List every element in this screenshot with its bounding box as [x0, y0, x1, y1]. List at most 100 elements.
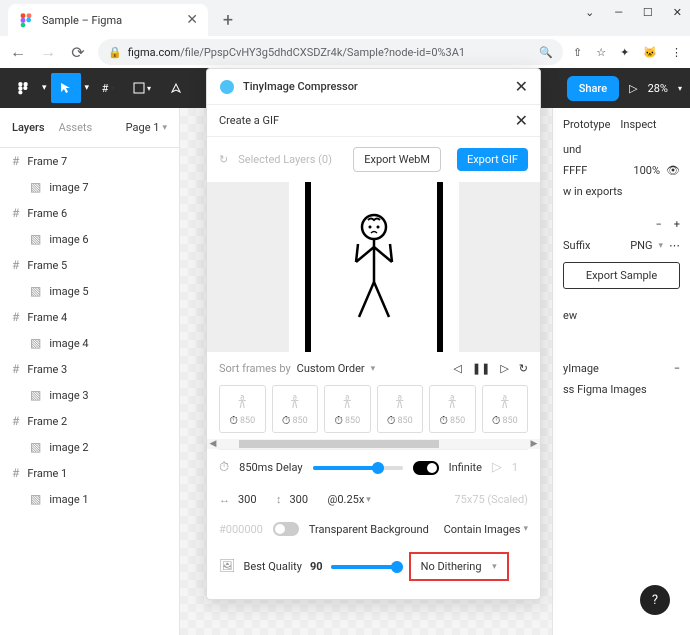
loop-button[interactable]: ↻: [519, 362, 528, 375]
frame-thumb[interactable]: 𐀪⏱ 850: [219, 385, 266, 433]
sort-value[interactable]: Custom Order: [297, 362, 365, 375]
profile-icon[interactable]: 🐱: [643, 46, 657, 59]
frame-thumb[interactable]: 𐀪⏱ 850: [429, 385, 476, 433]
extensions-icon[interactable]: ✦: [620, 46, 629, 59]
share-page-icon[interactable]: ⇧: [573, 46, 582, 59]
layer-frame[interactable]: #Frame 2: [0, 408, 179, 434]
layer-image[interactable]: ▧image 2: [0, 434, 179, 460]
play-once-icon[interactable]: ▷: [492, 460, 502, 475]
pen-tool-button[interactable]: [161, 73, 191, 103]
layer-image[interactable]: ▧image 3: [0, 382, 179, 408]
close-window-icon[interactable]: ✕: [673, 6, 682, 19]
tab-assets[interactable]: Assets: [59, 121, 93, 134]
tab-prototype[interactable]: Prototype: [563, 118, 610, 131]
layer-image[interactable]: ▧image 4: [0, 330, 179, 356]
forward-button[interactable]: →: [38, 42, 58, 62]
address-bar[interactable]: 🔒 figma.com/file/PpspCvHY3g5dhdCXSDZr4k/…: [98, 39, 563, 65]
export-sample-button[interactable]: Export Sample: [563, 262, 680, 289]
zoom-level[interactable]: 28%: [648, 82, 668, 95]
layer-frame[interactable]: #Frame 1: [0, 460, 179, 486]
frame-icon: #: [12, 206, 19, 220]
thumb-preview: 𐀪: [342, 390, 352, 414]
pause-button[interactable]: ❚❚: [472, 362, 490, 375]
back-button[interactable]: ←: [8, 42, 28, 62]
image-icon: ▧: [30, 492, 41, 506]
image-icon: 🖼: [219, 559, 236, 574]
layer-image[interactable]: ▧image 7: [0, 174, 179, 200]
transparent-toggle[interactable]: [273, 522, 299, 536]
export-webm-button[interactable]: Export WebM: [353, 147, 441, 172]
dithering-select[interactable]: No Dithering ▾: [409, 552, 509, 581]
frame-thumb[interactable]: 𐀪⏱ 850: [272, 385, 319, 433]
frame-tool-button[interactable]: #▾: [93, 73, 123, 103]
frame-icon: #: [12, 310, 19, 324]
plus-icon[interactable]: +: [674, 218, 680, 231]
selected-layers-label: Selected Layers (0): [238, 153, 343, 166]
move-tool-button[interactable]: [51, 73, 81, 103]
figma-menu-button[interactable]: [8, 73, 38, 103]
close-tab-icon[interactable]: ✕: [186, 12, 198, 28]
frame-icon: #: [12, 362, 19, 376]
scale-select[interactable]: @0.25x▾: [328, 493, 371, 506]
layer-frame[interactable]: #Frame 3: [0, 356, 179, 382]
height-input[interactable]: 300: [290, 493, 320, 506]
layer-image[interactable]: ▧image 5: [0, 278, 179, 304]
eye-icon[interactable]: 👁: [666, 164, 680, 177]
timer-icon: ⏱: [229, 414, 238, 428]
layer-frame[interactable]: #Frame 4: [0, 304, 179, 330]
quality-value: 90: [310, 560, 323, 573]
contain-select[interactable]: Contain Images▾: [444, 523, 528, 536]
maximize-icon[interactable]: ☐: [643, 6, 653, 19]
left-panel: Layers Assets Page 1▾ #Frame 7▧image 7#F…: [0, 108, 180, 635]
frame-thumb[interactable]: 𐀪⏱ 850: [482, 385, 529, 433]
help-button[interactable]: ?: [640, 585, 670, 615]
zoom-icon[interactable]: 🔍: [539, 46, 553, 59]
chevron-down-icon[interactable]: ▾: [371, 364, 376, 374]
minus-icon[interactable]: −: [655, 218, 661, 231]
frame-thumb[interactable]: 𐀪⏱ 850: [324, 385, 371, 433]
layer-frame[interactable]: #Frame 7: [0, 148, 179, 174]
tab-inspect[interactable]: Inspect: [620, 118, 656, 131]
timer-icon: ⏱: [492, 414, 501, 428]
layer-image[interactable]: ▧image 1: [0, 486, 179, 512]
prev-frame-button[interactable]: ◁: [453, 362, 461, 375]
bookmark-icon[interactable]: ☆: [596, 46, 606, 59]
reload-button[interactable]: ⟳: [68, 43, 88, 62]
share-button[interactable]: Share: [567, 76, 619, 101]
frame-thumb[interactable]: 𐀪⏱ 850: [377, 385, 424, 433]
layer-image[interactable]: ▧image 6: [0, 226, 179, 252]
refresh-icon[interactable]: ↻: [219, 153, 228, 166]
thumb-scrollbar[interactable]: ◀▶: [207, 439, 540, 449]
present-icon[interactable]: ▷: [629, 82, 637, 95]
close-plugin-button[interactable]: ✕: [515, 77, 528, 96]
minus-icon[interactable]: −: [674, 362, 680, 375]
layer-frame[interactable]: #Frame 5: [0, 252, 179, 278]
chevron-down-icon[interactable]: ⌄: [585, 6, 594, 19]
export-gif-button[interactable]: Export GIF: [457, 148, 528, 171]
transparent-label: Transparent Background: [309, 523, 429, 536]
thumb-preview: 𐀪: [237, 390, 247, 414]
menu-icon[interactable]: ⋮: [671, 46, 682, 59]
thumb-preview: 𐀪: [395, 390, 405, 414]
new-tab-button[interactable]: +: [214, 6, 242, 34]
delay-label: 850ms Delay: [239, 461, 302, 474]
layer-frame[interactable]: #Frame 6: [0, 200, 179, 226]
next-frame-button[interactable]: ▷: [500, 362, 508, 375]
minimize-icon[interactable]: —: [614, 6, 623, 19]
page-selector[interactable]: Page 1▾: [126, 121, 167, 134]
more-icon[interactable]: ⋯: [669, 239, 680, 252]
infinite-toggle[interactable]: [413, 461, 439, 475]
width-input[interactable]: 300: [238, 493, 268, 506]
tab-layers[interactable]: Layers: [12, 121, 45, 134]
quality-slider[interactable]: [331, 565, 401, 569]
bg-color-input[interactable]: #000000: [219, 523, 263, 536]
shape-tool-button[interactable]: ▾: [127, 73, 157, 103]
image-icon: ▧: [30, 284, 41, 298]
thumb-preview: 𐀪: [290, 390, 300, 414]
plugin-name: TinyImage Compressor: [243, 80, 507, 93]
timer-icon: ⏱: [334, 414, 343, 428]
frame-icon: #: [12, 258, 19, 272]
close-panel-button[interactable]: ✕: [515, 111, 528, 130]
delay-slider[interactable]: [313, 466, 403, 470]
browser-tab[interactable]: Sample – Figma ✕: [8, 4, 208, 36]
